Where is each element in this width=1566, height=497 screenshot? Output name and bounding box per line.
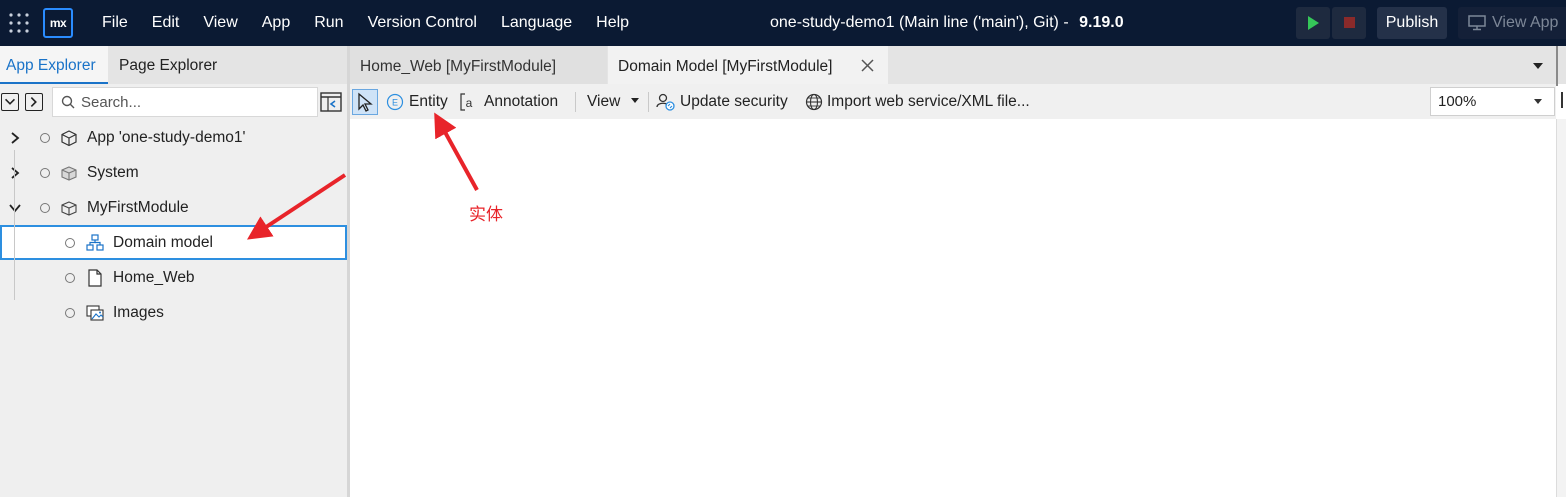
tree-node-label: System — [87, 164, 139, 181]
update-security-button[interactable]: Update security — [656, 84, 788, 119]
tab-domain-model[interactable]: Domain Model [MyFirstModule] — [608, 46, 888, 84]
editor-tabs: Home_Web [MyFirstModule] Domain Model [M… — [350, 46, 1566, 84]
monitor-icon — [1468, 15, 1486, 31]
title-bar: mx File Edit View App Run Version Contro… — [0, 0, 1566, 46]
project-name: one-study-demo1 (Main line ('main'), Git… — [770, 14, 1069, 31]
view-label: View — [587, 93, 621, 110]
project-title: one-study-demo1 (Main line ('main'), Git… — [770, 0, 1124, 46]
window-edge — [1556, 46, 1558, 86]
tree-node-myfirstmodule[interactable]: MyFirstModule — [0, 190, 346, 225]
studio-version: 9.19.0 — [1079, 14, 1124, 31]
status-dot — [65, 273, 75, 283]
module-icon — [61, 201, 77, 216]
left-panel: App Explorer Page Explorer Search... App… — [0, 46, 348, 497]
tree-guide-line — [14, 150, 15, 300]
app-explorer-toolbar — [0, 84, 348, 120]
tab-label: Domain Model [MyFirstModule] — [618, 58, 833, 75]
tabs-dropdown-icon[interactable] — [1532, 62, 1544, 70]
security-icon — [656, 93, 675, 111]
status-dot — [40, 203, 50, 213]
chevron-right-icon[interactable] — [8, 166, 22, 180]
tab-page-explorer[interactable]: Page Explorer — [113, 46, 223, 84]
status-dot — [65, 308, 75, 318]
toolbar-edge — [1561, 92, 1563, 108]
run-button[interactable] — [1296, 7, 1330, 39]
entity-label: Entity — [409, 93, 448, 110]
menu-version-control[interactable]: Version Control — [356, 0, 489, 46]
publish-button[interactable]: Publish — [1377, 7, 1447, 39]
tree-node-app[interactable]: App 'one-study-demo1' — [0, 120, 346, 155]
entity-icon: E — [386, 93, 404, 111]
update-security-label: Update security — [680, 93, 788, 110]
collapse-all-icon[interactable] — [1, 93, 19, 111]
annotation-label: Annotation — [484, 93, 559, 110]
select-in-explorer-icon[interactable] — [320, 92, 342, 112]
images-icon — [86, 305, 104, 321]
expand-all-icon[interactable] — [25, 93, 43, 111]
tree-node-system[interactable]: System — [0, 155, 346, 190]
tab-home-web[interactable]: Home_Web [MyFirstModule] — [350, 46, 607, 84]
pointer-icon — [358, 92, 373, 112]
main-menu: File Edit View App Run Version Control L… — [90, 0, 641, 46]
zoom-select[interactable]: 100% — [1430, 87, 1555, 116]
close-icon[interactable] — [861, 59, 874, 72]
grid-icon[interactable] — [8, 12, 30, 34]
menu-run[interactable]: Run — [302, 0, 355, 46]
view-dropdown-button[interactable]: View — [587, 84, 639, 119]
tree-node-images[interactable]: Images — [0, 295, 346, 330]
tab-label: Home_Web [MyFirstModule] — [360, 58, 557, 75]
play-icon — [1308, 16, 1319, 30]
tree-node-label: Home_Web — [113, 269, 195, 286]
tree-node-label: App 'one-study-demo1' — [87, 129, 246, 146]
view-app-button[interactable]: View App — [1458, 7, 1566, 39]
menu-help[interactable]: Help — [584, 0, 641, 46]
cube-icon — [61, 130, 77, 147]
domain-model-toolbar: E Entity a Annotation View Update securi… — [350, 84, 1556, 119]
view-app-label: View App — [1492, 14, 1559, 31]
status-dot — [40, 133, 50, 143]
select-tool-button[interactable] — [352, 89, 378, 115]
search-field[interactable] — [52, 87, 318, 117]
tree-node-label: MyFirstModule — [87, 199, 189, 216]
menu-file[interactable]: File — [90, 0, 140, 46]
annotation-label: 实体 — [469, 205, 503, 225]
domain-model-icon — [86, 234, 104, 251]
annotation-icon: a — [460, 93, 473, 111]
svg-text:a: a — [466, 96, 473, 110]
import-web-service-button[interactable]: Import web service/XML file... — [805, 84, 1030, 119]
globe-icon — [805, 93, 823, 111]
zoom-value: 100% — [1438, 93, 1477, 110]
toolbar-separator — [648, 92, 649, 112]
module-icon — [61, 166, 77, 181]
tree-node-label: Images — [113, 304, 164, 321]
caret-down-icon — [630, 98, 639, 103]
svg-text:E: E — [392, 98, 398, 108]
annotation-button[interactable]: a Annotation — [460, 84, 558, 119]
chevron-down-icon — [1534, 99, 1542, 104]
page-icon — [88, 269, 102, 287]
status-dot — [65, 238, 75, 248]
toolbar-separator — [575, 92, 576, 112]
import-label: Import web service/XML file... — [827, 93, 1030, 110]
chevron-right-icon[interactable] — [8, 131, 22, 145]
menu-app[interactable]: App — [250, 0, 302, 46]
domain-model-canvas[interactable] — [350, 119, 1556, 497]
left-panel-tabs: App Explorer Page Explorer — [0, 46, 348, 84]
stop-button[interactable] — [1332, 7, 1366, 39]
search-icon — [61, 95, 75, 109]
search-input[interactable] — [81, 88, 311, 116]
tab-app-explorer[interactable]: App Explorer — [0, 46, 108, 84]
canvas-scrollbar[interactable] — [1556, 119, 1566, 497]
entity-button[interactable]: E Entity — [386, 84, 448, 119]
tree-node-domain-model[interactable]: Domain model — [0, 225, 347, 260]
tree-node-home-web[interactable]: Home_Web — [0, 260, 346, 295]
tree-node-label: Domain model — [113, 234, 213, 251]
mendix-logo: mx — [43, 8, 73, 38]
menu-language[interactable]: Language — [489, 0, 584, 46]
chevron-down-icon[interactable] — [8, 201, 22, 215]
menu-view[interactable]: View — [191, 0, 249, 46]
menu-edit[interactable]: Edit — [140, 0, 192, 46]
status-dot — [40, 168, 50, 178]
stop-icon — [1344, 17, 1355, 28]
